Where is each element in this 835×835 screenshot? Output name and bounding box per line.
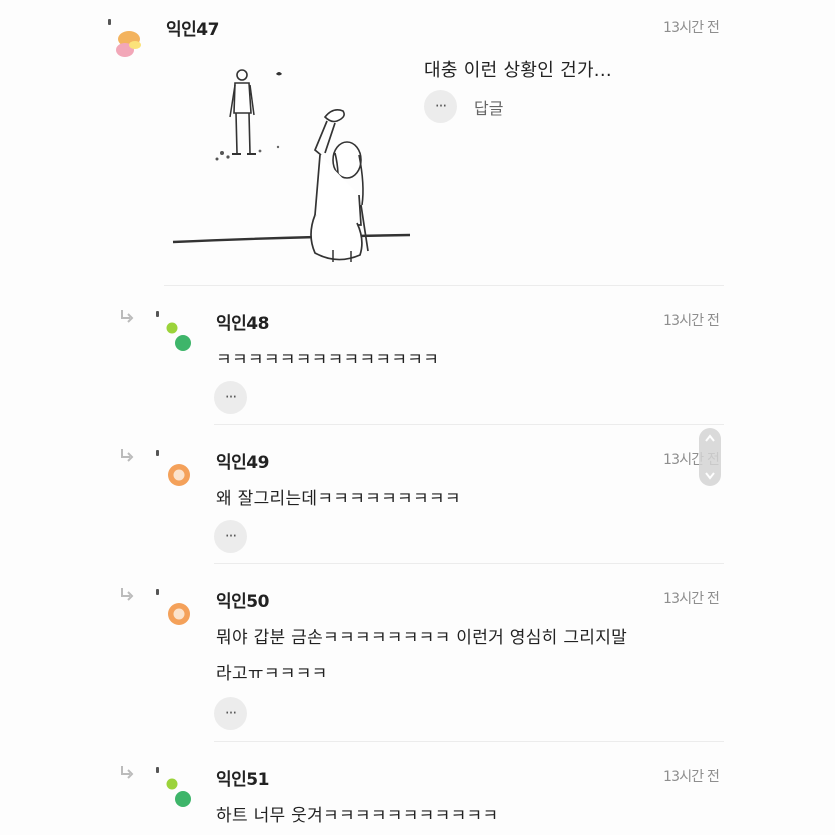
divider [164,285,724,286]
more-options-button[interactable]: ··· [214,381,247,414]
divider [214,741,724,742]
more-options-button[interactable]: ··· [214,697,247,730]
comment-time: 13시간 전 [663,769,720,785]
reply-arrow-icon [120,765,134,779]
divider [214,563,724,564]
divider [214,424,724,425]
reply-button[interactable]: 답글 [474,95,503,119]
comment-text-line: 라고ㅠㅋㅋㅋㅋ [216,664,328,684]
comment-nickname[interactable]: 익인50 [216,587,269,612]
comment-text: 대충 이런 상황인 건가... [424,60,612,81]
more-options-icon: ··· [224,704,237,722]
comment-text: 하트 너무 웃겨ㅋㅋㅋㅋㅋㅋㅋㅋㅋㅋㅋ [216,806,499,826]
status-marker [108,19,111,25]
more-options-icon: ··· [434,97,447,115]
comment-nickname[interactable]: 익인47 [166,15,219,40]
avatar-green-dots-icon[interactable] [164,319,194,353]
sketch-illustration-image [165,55,420,270]
more-options-icon: ··· [224,388,237,406]
scroll-handle-icon[interactable] [699,428,721,486]
avatar-green-dots-icon[interactable] [164,775,194,809]
status-marker [156,767,159,773]
avatar-orange-ring-icon[interactable] [166,601,192,627]
comment-time: 13시간 전 [663,20,720,36]
comment-text: 왜 잘그리는데ㅋㅋㅋㅋㅋㅋㅋㅋㅋ [216,489,461,509]
reply-arrow-icon [120,309,134,323]
reply-arrow-icon [120,448,134,462]
avatar-orange-pink-bubble-icon[interactable] [113,28,147,62]
more-options-button[interactable]: ··· [424,90,457,123]
status-marker [156,589,159,595]
comment-nickname[interactable]: 익인49 [216,448,269,473]
comment-time: 13시간 전 [663,591,720,607]
status-marker [156,311,159,317]
more-options-button[interactable]: ··· [214,520,247,553]
avatar-orange-ring-icon[interactable] [166,462,192,488]
comment-nickname[interactable]: 익인51 [216,765,269,790]
comment-nickname[interactable]: 익인48 [216,309,269,334]
more-options-icon: ··· [224,527,237,545]
status-marker [156,450,159,456]
comment-text: ㅋㅋㅋㅋㅋㅋㅋㅋㅋㅋㅋㅋㅋㅋ [216,350,440,370]
reply-arrow-icon [120,587,134,601]
comment-text-line: 뭐야 갑분 금손ㅋㅋㅋㅋㅋㅋㅋㅋ 이런거 영심히 그리지말 [216,628,628,648]
comment-time: 13시간 전 [663,313,720,329]
